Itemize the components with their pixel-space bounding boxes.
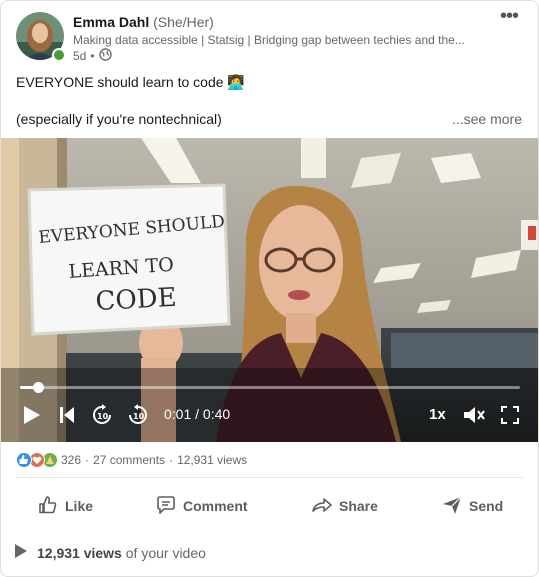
post-actions: Like Comment Share Send <box>1 484 538 528</box>
svg-text:10: 10 <box>133 412 145 421</box>
author-line[interactable]: Emma Dahl (She/Her) <box>73 14 214 30</box>
meta-dot: • <box>90 49 95 63</box>
share-button[interactable]: Share <box>311 484 378 528</box>
post-text-line1: EVERYONE should learn to code 👩‍💻 <box>16 74 245 90</box>
post-age: 5d <box>73 49 87 63</box>
video-views-count: 12,931 views <box>37 544 122 561</box>
video-views-text: 12,931 views of your video <box>37 545 206 561</box>
reaction-count[interactable]: 326 <box>61 453 81 467</box>
like-label: Like <box>65 498 94 514</box>
svg-text:10: 10 <box>97 412 109 421</box>
fullscreen-icon[interactable] <box>499 400 521 430</box>
play-icon[interactable] <box>19 400 43 430</box>
like-icon <box>37 494 59 519</box>
views-count: 12,931 views <box>177 453 248 467</box>
video-progress-bar[interactable] <box>20 382 520 393</box>
online-status-indicator <box>52 48 66 62</box>
video-controls: 10 10 0:01 / 0:40 1x <box>1 400 538 430</box>
send-button[interactable]: Send <box>441 484 503 528</box>
video-time: 0:01 / 0:40 <box>164 406 231 422</box>
like-reaction-icon <box>16 452 32 468</box>
video-frame: EVERYONE SHOULD LEARN TO CODE <box>1 138 538 442</box>
reactions-summary[interactable] <box>16 452 58 468</box>
send-icon <box>441 494 463 519</box>
post-meta: 5d • <box>73 48 112 64</box>
play-triangle-icon <box>14 543 28 562</box>
divider <box>16 477 523 478</box>
more-options-icon[interactable]: ••• <box>497 6 521 30</box>
skip-back-icon[interactable] <box>56 400 78 430</box>
author-headline: Making data accessible | Statsig | Bridg… <box>73 33 465 47</box>
video-views-suffix: of your video <box>125 544 206 561</box>
author-pronouns: (She/Her) <box>153 14 214 30</box>
send-label: Send <box>469 498 504 514</box>
share-icon <box>311 494 333 519</box>
comment-icon <box>155 494 177 519</box>
forward-10-icon[interactable]: 10 <box>126 400 150 430</box>
post-header: Emma Dahl (She/Her) Making data accessib… <box>16 6 523 64</box>
share-label: Share <box>339 498 378 514</box>
svg-text:CODE: CODE <box>95 283 178 317</box>
social-counts: 326 · 27 comments · 12,931 views <box>16 452 247 468</box>
post-card: Emma Dahl (She/Her) Making data accessib… <box>0 0 539 577</box>
see-more-link[interactable]: ...see more <box>452 111 522 127</box>
comment-button[interactable]: Comment <box>155 484 248 528</box>
video-views-summary[interactable]: 12,931 views of your video <box>14 543 206 562</box>
rewind-10-icon[interactable]: 10 <box>90 400 114 430</box>
mute-icon[interactable] <box>461 400 487 430</box>
like-button[interactable]: Like <box>37 484 93 528</box>
post-text-line2: (especially if you're nontechnical) <box>16 111 222 127</box>
globe-icon <box>98 48 112 64</box>
video-progress-handle[interactable] <box>33 382 44 393</box>
comment-label: Comment <box>183 498 248 514</box>
author-name[interactable]: Emma Dahl <box>73 14 149 30</box>
separator-dot: · <box>169 453 174 467</box>
playback-speed-button[interactable]: 1x <box>429 406 446 423</box>
comments-count[interactable]: 27 comments <box>93 453 165 467</box>
separator-dot: · <box>85 453 90 467</box>
video-player[interactable]: EVERYONE SHOULD LEARN TO CODE 10 10 0:01… <box>1 138 538 442</box>
